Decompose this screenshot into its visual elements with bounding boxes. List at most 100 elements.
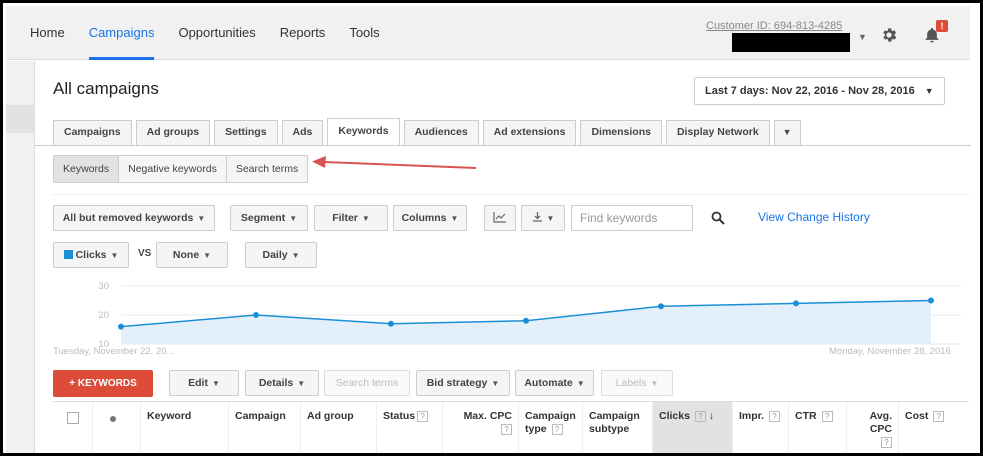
subtab-keywords[interactable]: Keywords xyxy=(54,156,120,182)
tab-display-network[interactable]: Display Network xyxy=(665,120,770,145)
tab-dimensions[interactable]: Dimensions xyxy=(580,120,662,145)
column-campaign-type-label: Campaign type xyxy=(525,410,576,435)
details-dropdown[interactable]: Details ▼ xyxy=(245,370,319,396)
main-nav: Home Campaigns Opportunities Reports Too… xyxy=(6,6,392,60)
search-icon xyxy=(711,211,725,225)
tab-settings[interactable]: Settings xyxy=(214,120,278,145)
metric2-dropdown[interactable]: None ▼ xyxy=(156,242,228,268)
clicks-data-point[interactable] xyxy=(388,320,394,327)
date-range-selector[interactable]: Last 7 days: Nov 22, 2016 - Nov 28, 2016… xyxy=(694,77,945,105)
column-impressions-label: Impr. xyxy=(739,410,765,422)
chart-toggle-button[interactable] xyxy=(484,205,516,231)
help-icon[interactable]: ? xyxy=(933,411,945,422)
customer-id[interactable]: Customer ID: 694-813-4285 xyxy=(706,20,842,32)
bid-strategy-dropdown[interactable]: Bid strategy ▼ xyxy=(416,370,510,396)
notification-badge[interactable]: ! xyxy=(936,20,948,32)
more-tabs-dropdown-icon[interactable]: ▼ xyxy=(773,120,801,145)
tab-bar: Campaigns Ad groups Settings Ads Keyword… xyxy=(53,118,805,145)
clicks-data-point[interactable] xyxy=(658,303,664,310)
chevron-down-icon: ▼ xyxy=(924,86,934,96)
clicks-data-point[interactable] xyxy=(523,317,529,324)
edit-dropdown[interactable]: Edit ▼ xyxy=(169,370,239,396)
column-status[interactable]: Status? xyxy=(377,402,443,453)
subtab-search-terms[interactable]: Search terms xyxy=(226,156,308,182)
subtab-negative-keywords[interactable]: Negative keywords xyxy=(119,156,227,182)
x-axis-start-label: Tuesday, November 22, 20... xyxy=(53,346,175,357)
help-icon[interactable]: ? xyxy=(417,411,429,422)
account-dropdown-icon[interactable]: ▼ xyxy=(858,32,867,42)
clicks-data-point[interactable] xyxy=(928,297,934,304)
nav-opportunities[interactable]: Opportunities xyxy=(166,6,267,60)
line-chart-icon xyxy=(493,212,506,223)
section-divider xyxy=(53,194,969,195)
x-axis-end-label: Monday, November 28, 2016 xyxy=(829,346,951,357)
column-impressions[interactable]: Impr. ? xyxy=(733,402,789,453)
tab-audiences[interactable]: Audiences xyxy=(403,120,479,145)
keywords-table-header: Keyword Campaign Ad group Status? Max. C… xyxy=(53,401,969,453)
column-clicks[interactable]: Clicks ? ↓ xyxy=(653,402,733,453)
column-avg-cpc[interactable]: Avg. CPC? xyxy=(847,402,899,453)
help-icon[interactable]: ? xyxy=(821,411,833,422)
y-tick-label: 30 xyxy=(98,281,109,292)
filter-dropdown[interactable]: Filter ▼ xyxy=(314,205,388,231)
column-cost-label: Cost xyxy=(905,410,929,422)
help-icon[interactable]: ? xyxy=(769,411,781,422)
metric1-label: Clicks xyxy=(75,249,107,261)
automate-dropdown[interactable]: Automate ▼ xyxy=(515,370,594,396)
nav-home[interactable]: Home xyxy=(6,6,77,60)
clicks-data-point[interactable] xyxy=(253,312,259,318)
chevron-down-icon: ▼ xyxy=(546,214,555,223)
chevron-down-icon: ▼ xyxy=(361,214,370,223)
column-max-cpc[interactable]: Max. CPC? xyxy=(443,402,519,453)
tab-ad-groups[interactable]: Ad groups xyxy=(135,120,211,145)
sidebar-selected-row[interactable] xyxy=(6,105,34,133)
tab-campaigns[interactable]: Campaigns xyxy=(53,120,132,145)
add-keywords-button[interactable]: + KEYWORDS xyxy=(53,370,153,397)
help-icon[interactable]: ? xyxy=(694,411,706,422)
tab-ads[interactable]: Ads xyxy=(281,120,324,145)
segment-label: Segment xyxy=(240,212,286,224)
columns-dropdown[interactable]: Columns ▼ xyxy=(393,205,467,231)
chevron-down-icon: ▼ xyxy=(211,379,220,388)
column-ctr[interactable]: CTR ? xyxy=(789,402,847,453)
columns-label: Columns xyxy=(401,212,447,224)
help-icon[interactable]: ? xyxy=(551,424,563,435)
segment-dropdown[interactable]: Segment ▼ xyxy=(230,205,308,231)
tab-keywords[interactable]: Keywords xyxy=(327,118,400,145)
help-icon[interactable]: ? xyxy=(881,437,892,448)
top-nav-bar: Home Campaigns Opportunities Reports Too… xyxy=(6,6,970,60)
column-ad-group[interactable]: Ad group xyxy=(301,402,377,453)
find-keywords-input[interactable]: Find keywords xyxy=(571,205,693,231)
gear-icon[interactable] xyxy=(880,26,898,44)
bid-strategy-label: Bid strategy xyxy=(426,377,488,389)
nav-campaigns[interactable]: Campaigns xyxy=(77,6,167,60)
automate-label: Automate xyxy=(524,377,573,389)
tab-ad-extensions[interactable]: Ad extensions xyxy=(482,120,577,145)
details-label: Details xyxy=(258,377,294,389)
search-button[interactable] xyxy=(699,205,745,231)
column-cost[interactable]: Cost ? xyxy=(899,402,969,453)
series-color-swatch xyxy=(63,250,73,259)
column-clicks-label: Clicks xyxy=(659,410,690,422)
filter-view-dropdown[interactable]: All but removed keywords ▼ xyxy=(53,205,215,231)
clicks-data-point[interactable] xyxy=(793,300,799,307)
chevron-down-icon: ▼ xyxy=(203,251,212,260)
help-icon[interactable]: ? xyxy=(501,424,512,435)
nav-tools[interactable]: Tools xyxy=(337,6,391,60)
download-dropdown[interactable]: ▼ xyxy=(521,205,565,231)
search-terms-button[interactable]: Search terms xyxy=(324,370,410,396)
interval-dropdown[interactable]: Daily ▼ xyxy=(245,242,317,268)
labels-dropdown[interactable]: Labels ▼ xyxy=(601,370,673,396)
metric1-dropdown[interactable]: Clicks ▼ xyxy=(53,242,129,268)
redacted-account-name xyxy=(732,33,850,52)
select-all-checkbox[interactable] xyxy=(67,412,79,424)
column-campaign[interactable]: Campaign xyxy=(229,402,301,453)
view-change-history-link[interactable]: View Change History xyxy=(758,210,870,224)
column-campaign-subtype[interactable]: Campaign subtype xyxy=(583,402,653,453)
column-status-label: Status xyxy=(383,410,416,422)
annotation-arrow-icon xyxy=(312,156,477,169)
column-campaign-type[interactable]: Campaign type ? xyxy=(519,402,583,453)
clicks-data-point[interactable] xyxy=(118,323,124,330)
nav-reports[interactable]: Reports xyxy=(268,6,338,60)
column-keyword[interactable]: Keyword xyxy=(141,402,229,453)
